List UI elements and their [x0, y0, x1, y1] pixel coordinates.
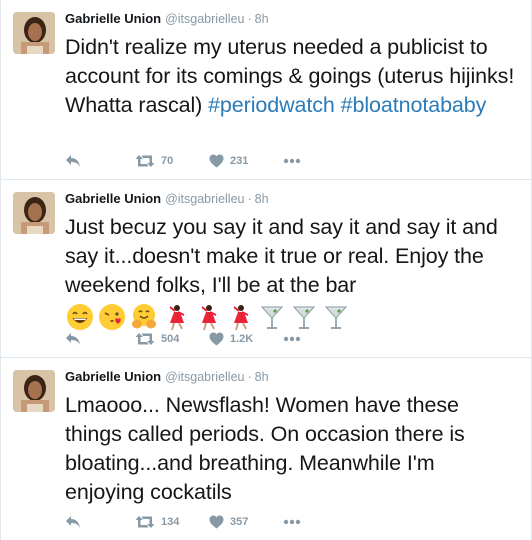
like-count: 231 — [230, 155, 249, 167]
retweet-icon — [135, 155, 155, 167]
hugging-face-icon — [129, 302, 159, 332]
cocktail-glass-icon — [257, 302, 287, 332]
author-handle[interactable]: @itsgabrielleu — [165, 10, 244, 28]
author-handle[interactable]: @itsgabrielleu — [165, 368, 244, 386]
reply-button[interactable] — [65, 154, 135, 168]
like-count: 1.2K — [230, 333, 254, 345]
like-count: 357 — [230, 516, 249, 528]
retweet-button[interactable]: 134 — [135, 515, 209, 529]
grinning-face-icon — [65, 302, 95, 332]
more-dots-icon — [283, 519, 301, 525]
heart-icon — [209, 154, 224, 168]
timestamp[interactable]: 8h — [255, 10, 269, 28]
more-button[interactable] — [283, 336, 301, 342]
tweet-header: Gabrielle Union @itsgabrielleu · 8h — [65, 190, 517, 208]
retweet-button[interactable]: 504 — [135, 332, 209, 346]
timestamp[interactable]: 8h — [255, 368, 269, 386]
separator: · — [247, 192, 252, 206]
heart-icon — [209, 515, 224, 529]
avatar[interactable] — [13, 12, 55, 54]
tweet-actions: 504 1.2K — [65, 331, 301, 347]
cocktail-glass-icon — [321, 302, 351, 332]
hashtag-link[interactable]: #bloatnotababy — [341, 93, 487, 117]
like-button[interactable]: 1.2K — [209, 332, 283, 346]
reply-icon — [66, 333, 80, 345]
avatar[interactable] — [13, 370, 55, 412]
tweet-text: Didn't realize my uterus needed a public… — [65, 33, 517, 120]
more-button[interactable] — [283, 158, 301, 164]
reply-icon — [66, 516, 80, 528]
reply-button[interactable] — [65, 332, 135, 346]
retweet-icon — [135, 333, 155, 345]
more-button[interactable] — [283, 519, 301, 525]
tweet-actions: 70 231 — [65, 153, 301, 169]
tweet-actions: 134 357 — [65, 514, 301, 530]
tweet-text: Lmaooo... Newsflash! Women have these th… — [65, 393, 465, 504]
retweet-icon — [135, 516, 155, 528]
heart-icon — [209, 332, 224, 346]
dancer-icon — [225, 302, 255, 332]
author-name[interactable]: Gabrielle Union — [65, 10, 161, 28]
separator: · — [247, 370, 252, 384]
tweet[interactable]: Gabrielle Union @itsgabrielleu · 8h Just… — [1, 180, 531, 358]
dancer-icon — [161, 302, 191, 332]
hashtag-link[interactable]: #periodwatch — [208, 93, 335, 117]
timestamp[interactable]: 8h — [255, 190, 269, 208]
tweet-header: Gabrielle Union @itsgabrielleu · 8h — [65, 368, 517, 386]
author-handle[interactable]: @itsgabrielleu — [165, 190, 244, 208]
tweet-text: Just becuz you say it and say it and say… — [65, 215, 498, 297]
separator: · — [247, 12, 252, 26]
reply-button[interactable] — [65, 515, 135, 529]
more-dots-icon — [283, 158, 301, 164]
cocktail-glass-icon — [289, 302, 319, 332]
face-blowing-kiss-icon — [97, 302, 127, 332]
tweet-header: Gabrielle Union @itsgabrielleu · 8h — [65, 10, 517, 28]
more-dots-icon — [283, 336, 301, 342]
reply-icon — [66, 155, 80, 167]
like-button[interactable]: 231 — [209, 154, 283, 168]
retweet-button[interactable]: 70 — [135, 154, 209, 168]
like-button[interactable]: 357 — [209, 515, 283, 529]
tweet[interactable]: Gabrielle Union @itsgabrielleu · 8h Lmao… — [1, 358, 531, 540]
retweet-count: 134 — [161, 516, 180, 528]
tweet[interactable]: Gabrielle Union @itsgabrielleu · 8h Didn… — [1, 0, 531, 180]
dancer-icon — [193, 302, 223, 332]
retweet-count: 70 — [161, 155, 174, 167]
emoji-row — [65, 301, 517, 333]
author-name[interactable]: Gabrielle Union — [65, 368, 161, 386]
author-name[interactable]: Gabrielle Union — [65, 190, 161, 208]
retweet-count: 504 — [161, 333, 180, 345]
avatar[interactable] — [13, 192, 55, 234]
tweet-feed: Gabrielle Union @itsgabrielleu · 8h Didn… — [0, 0, 532, 540]
